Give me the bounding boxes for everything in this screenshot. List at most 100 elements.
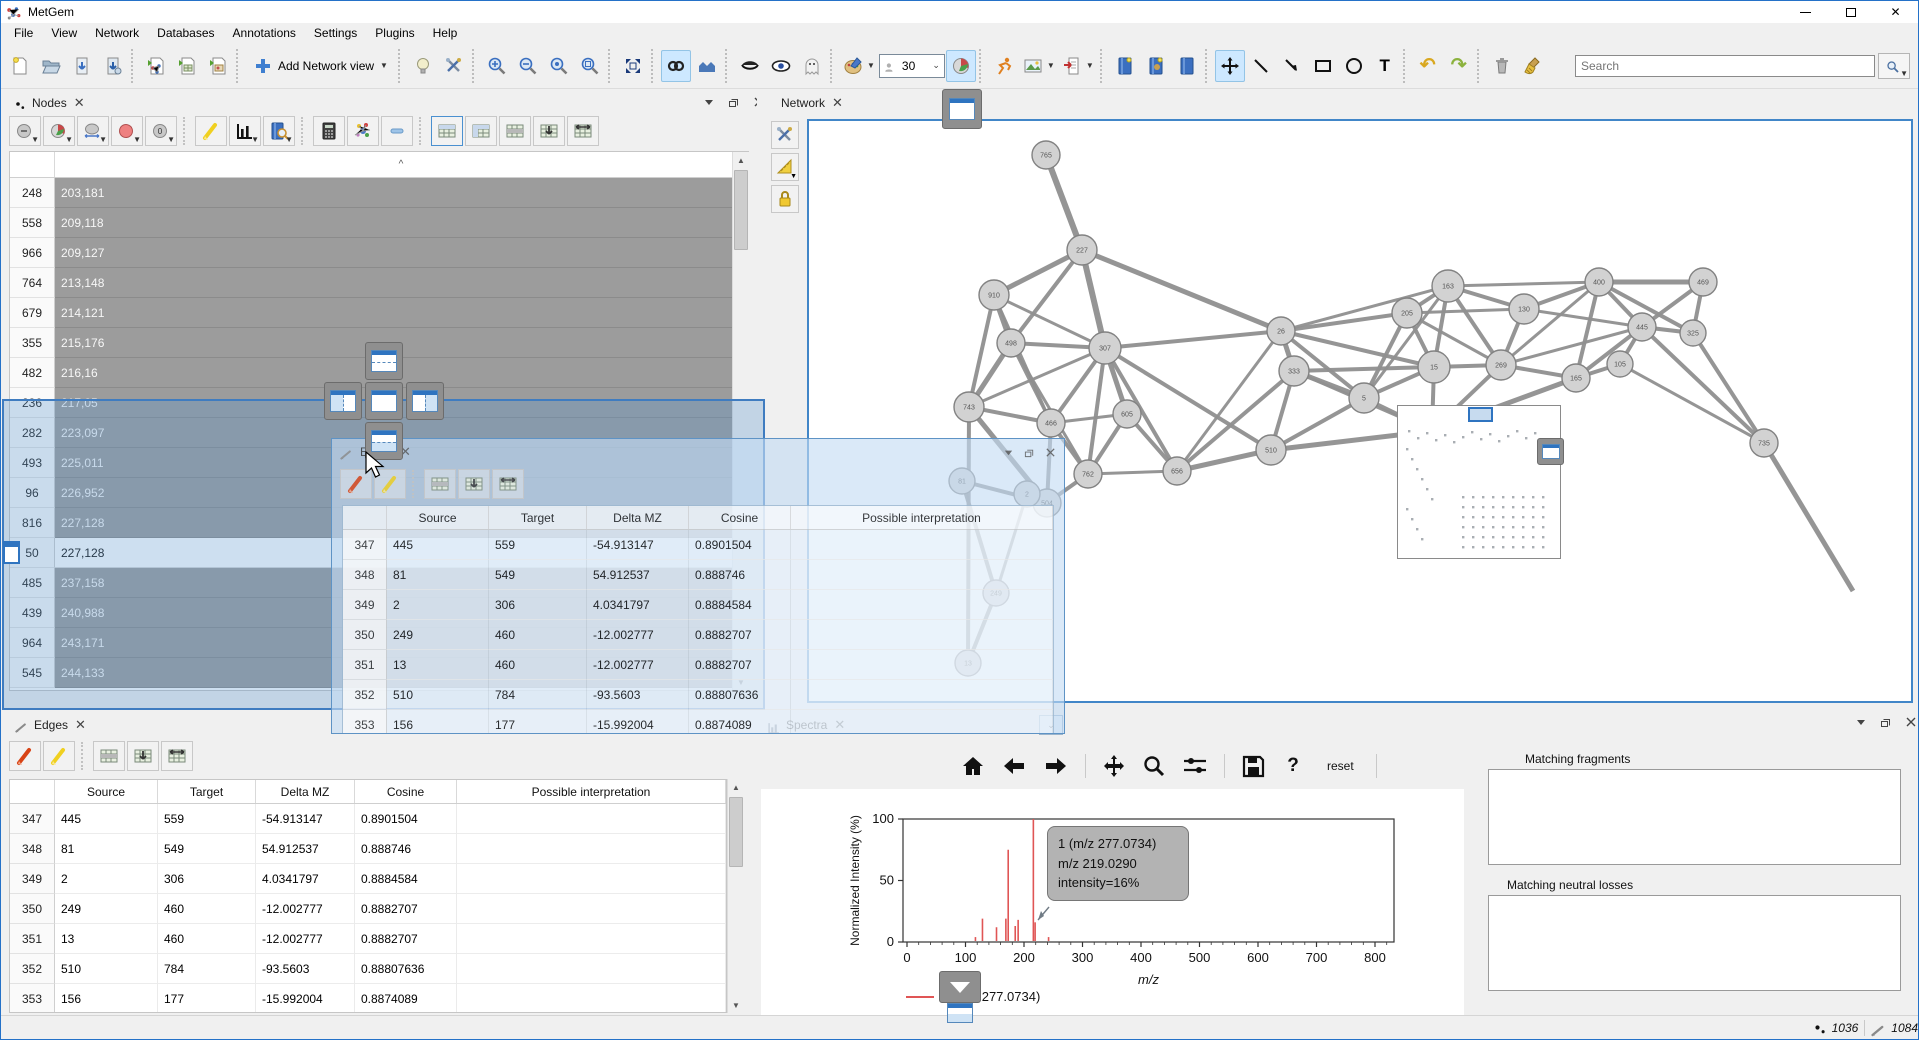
network-lock-button[interactable] xyxy=(771,185,799,213)
dock-float-button[interactable] xyxy=(1878,715,1894,729)
plot-back-button[interactable] xyxy=(1001,753,1027,779)
color-nodes-button[interactable]: ▼ xyxy=(840,50,878,82)
tab-edges[interactable]: Edges ✕ xyxy=(7,713,94,736)
barchart-button[interactable]: ▼ xyxy=(229,116,261,146)
scroll-down-icon[interactable]: ▼ xyxy=(728,997,744,1013)
query-databases-button[interactable] xyxy=(1141,50,1171,82)
dropdown-arrow-icon[interactable]: ▼ xyxy=(1047,61,1055,70)
edge-red-pen-button[interactable] xyxy=(9,741,41,771)
edges-table-row[interactable]: 3488154954.9125370.888746 xyxy=(343,560,1053,590)
nodes-table-row[interactable]: 679214,121 xyxy=(10,298,748,328)
import-group-mapping-button[interactable] xyxy=(203,50,233,82)
zoom-out-button[interactable] xyxy=(513,50,543,82)
show-all-button[interactable] xyxy=(766,50,796,82)
edge-yellow-pen-button[interactable] xyxy=(43,741,75,771)
plot-zoom-button[interactable] xyxy=(1142,753,1166,779)
graph-edge[interactable] xyxy=(1105,348,1271,450)
layout-button[interactable] xyxy=(989,50,1019,82)
dock-menu-button[interactable] xyxy=(701,95,717,109)
export-metadata-button[interactable]: ▼ xyxy=(1059,50,1097,82)
nodes-table-row[interactable]: 966209,127 xyxy=(10,238,748,268)
zoom-fit-button[interactable] xyxy=(575,50,605,82)
tab-nodes[interactable]: Nodes ✕ xyxy=(7,91,93,114)
node-pie-button[interactable]: ▼ xyxy=(43,116,75,146)
dock-indicator-network-top[interactable] xyxy=(942,89,982,129)
delete-button[interactable] xyxy=(1487,50,1517,82)
graph-edge[interactable] xyxy=(1281,286,1448,331)
edges-table-row[interactable]: 347445559-54.9131470.8901504 xyxy=(10,804,726,834)
undo-button[interactable]: ↶ xyxy=(1413,50,1443,82)
column-header-source[interactable]: Source xyxy=(55,780,158,803)
redo-button[interactable]: ↷ xyxy=(1444,50,1474,82)
link-views-button[interactable] xyxy=(661,50,691,82)
new-project-button[interactable] xyxy=(5,50,35,82)
nodes-value-column-header[interactable]: ^ xyxy=(55,152,748,177)
draw-ellipse-button[interactable] xyxy=(1339,50,1369,82)
column-header-possible-interpretation[interactable]: Possible interpretation xyxy=(791,506,1053,529)
hide-isolated-button[interactable] xyxy=(735,50,765,82)
edge-table-view-button[interactable] xyxy=(93,741,125,771)
save-project-button[interactable] xyxy=(67,50,97,82)
dock-float-button[interactable] xyxy=(726,95,742,109)
menu-databases[interactable]: Databases xyxy=(148,23,223,43)
edges-table-row[interactable]: 353156177-15.9920040.8874089 xyxy=(10,984,726,1013)
process-file-button[interactable] xyxy=(141,50,171,82)
plot-config-button[interactable] xyxy=(1182,753,1208,779)
fullscreen-button[interactable] xyxy=(618,50,648,82)
dock-close-button[interactable] xyxy=(1045,447,1056,458)
matching-fragments-box[interactable] xyxy=(1488,769,1901,865)
table-view-compact-button[interactable] xyxy=(499,116,531,146)
menu-network[interactable]: Network xyxy=(86,23,148,43)
menu-view[interactable]: View xyxy=(42,23,86,43)
search-input[interactable] xyxy=(1575,55,1875,77)
edges-table-row[interactable]: 3488154954.9125370.888746 xyxy=(10,834,726,864)
draw-line-button[interactable] xyxy=(1246,50,1276,82)
graph-edge[interactable] xyxy=(1764,443,1853,591)
edge-table-sort-button[interactable] xyxy=(127,741,159,771)
close-icon[interactable]: ✕ xyxy=(74,95,85,111)
add-network-view-button[interactable]: Add Network view ▼ xyxy=(246,50,395,82)
graph-edge[interactable] xyxy=(1011,250,1082,343)
edges-table-row[interactable]: 35113460-12.0027770.8882707 xyxy=(343,650,1053,680)
graph-edge[interactable] xyxy=(1105,331,1281,348)
draw-text-button[interactable]: T xyxy=(1370,50,1400,82)
menu-file[interactable]: File xyxy=(5,23,42,43)
dock-indicator-right[interactable] xyxy=(406,382,444,420)
pan-tool-button[interactable] xyxy=(1215,50,1245,82)
dock-indicator-top[interactable] xyxy=(365,342,403,380)
table-view-selected-button[interactable] xyxy=(465,116,497,146)
dropdown-arrow-icon[interactable]: ▼ xyxy=(1086,61,1094,70)
dropdown-arrow-icon[interactable]: ▼ xyxy=(380,61,388,70)
nodes-table-row[interactable]: 248203,181 xyxy=(10,178,748,208)
nodes-table-row[interactable]: 558209,118 xyxy=(10,208,748,238)
node-color-button[interactable]: ▼ xyxy=(111,116,143,146)
edges-table-row[interactable]: 34923064.03417970.8884584 xyxy=(10,864,726,894)
vertical-splitter[interactable] xyxy=(1469,711,1479,1015)
edges-table-row[interactable]: 347445559-54.9131470.8901504 xyxy=(343,530,1053,560)
edges-scrollbar[interactable]: ▲ ▼ xyxy=(727,779,744,1013)
dock-menu-button[interactable] xyxy=(1853,715,1869,729)
graph-edge[interactable] xyxy=(1281,313,1407,331)
table-view-all-button[interactable] xyxy=(431,116,463,146)
screenshot-button[interactable]: ▼ xyxy=(1020,50,1058,82)
settings-tools-button[interactable] xyxy=(439,50,469,82)
dropdown-arrow-icon[interactable]: ▼ xyxy=(867,61,875,70)
edge-table-sort-button[interactable] xyxy=(458,469,490,499)
table-fit-button[interactable] xyxy=(567,116,599,146)
scrollbar-thumb[interactable] xyxy=(729,797,743,867)
edge-table-view-button[interactable] xyxy=(424,469,456,499)
column-header-cosine[interactable]: Cosine xyxy=(355,780,457,803)
graph-edge[interactable] xyxy=(1082,250,1281,331)
edges-table-row[interactable]: 352510784-93.56030.88807636 xyxy=(343,680,1053,710)
edges-table-row[interactable]: 352510784-93.56030.88807636 xyxy=(10,954,726,984)
network-ruler-button[interactable]: ▼ xyxy=(771,153,799,181)
lookup-database-button[interactable]: ▼ xyxy=(263,116,295,146)
column-header-target[interactable]: Target xyxy=(158,780,256,803)
column-header-source[interactable]: Source xyxy=(387,506,489,529)
tab-network[interactable]: Network ✕ xyxy=(773,91,851,114)
edges-table-row[interactable]: 350249460-12.0027770.8882707 xyxy=(10,894,726,924)
column-header-cosine[interactable]: Cosine xyxy=(689,506,791,529)
network-config-button[interactable] xyxy=(771,121,799,149)
menu-plugins[interactable]: Plugins xyxy=(366,23,423,43)
plot-pan-button[interactable] xyxy=(1102,753,1126,779)
